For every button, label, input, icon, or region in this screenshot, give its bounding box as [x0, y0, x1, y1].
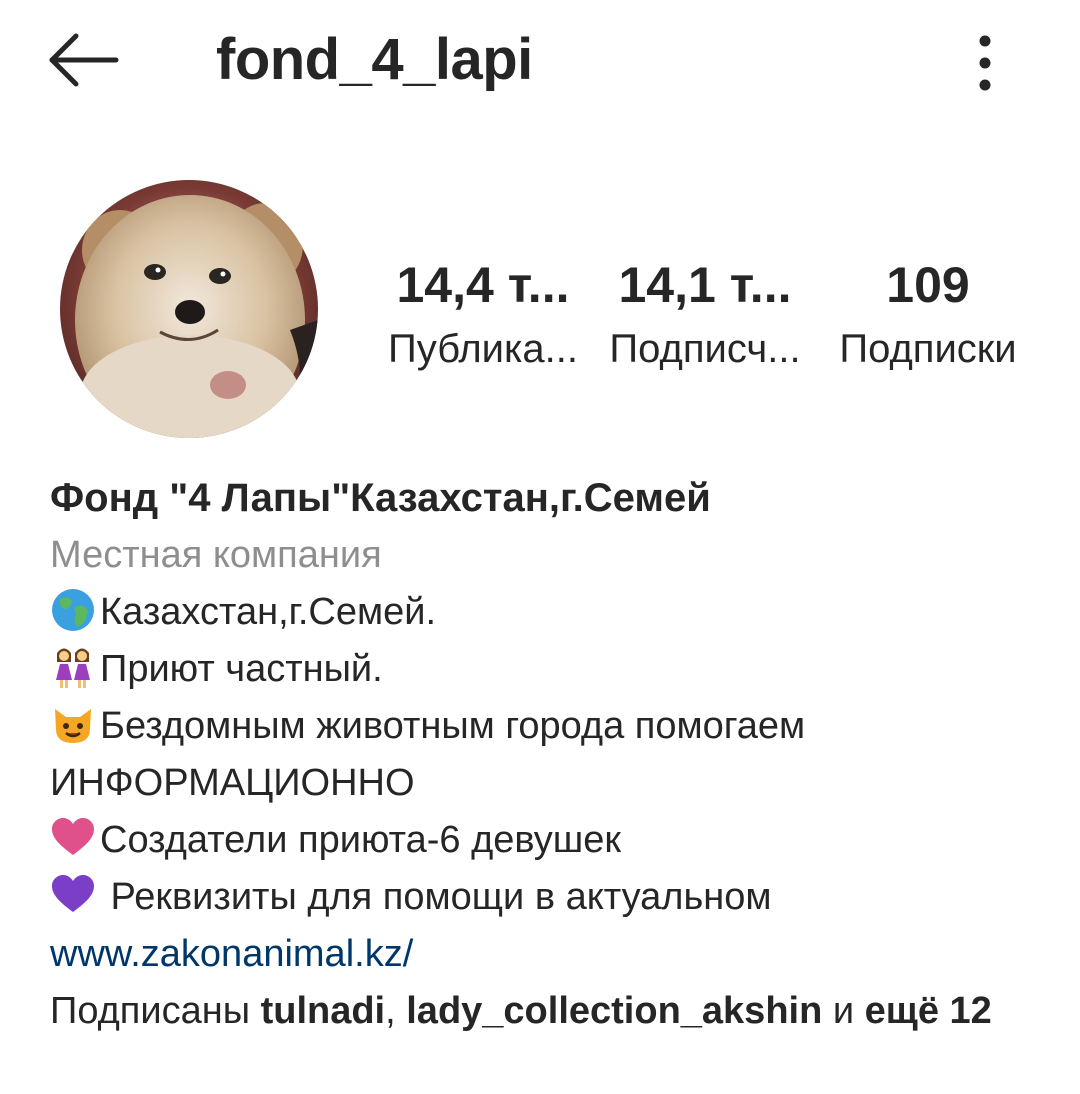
following-count-stat[interactable]: 109 Подписки	[828, 255, 1028, 379]
bio-line-text: Создатели приюта-6 девушек	[100, 819, 621, 861]
bio-line: Реквизиты для помощи в актуальном	[50, 869, 1050, 926]
bio-line: Создатели приюта-6 девушек	[50, 812, 1050, 869]
purple-heart-icon	[52, 875, 94, 912]
follower-username-2[interactable]: lady_collection_akshin	[406, 990, 822, 1032]
more-options-button[interactable]	[960, 30, 1010, 96]
arrow-left-icon	[49, 33, 119, 87]
posts-label: Публика...	[388, 327, 578, 371]
followed-by-prefix: Подписаны	[50, 990, 261, 1032]
two-women-icon	[56, 648, 90, 688]
profile-username-title: fond_4_lapi	[216, 27, 533, 92]
followers-count: 14,1 т...	[618, 257, 792, 313]
posts-count: 14,4 т...	[396, 257, 570, 313]
profile-display-name: Фонд "4 Лапы"Казахстан,г.Семей	[50, 476, 711, 520]
bio-line-text: Реквизиты для помощи в актуальном	[100, 876, 772, 918]
follower-username-1[interactable]: tulnadi	[261, 990, 386, 1032]
followed-by-more[interactable]: ещё 12	[865, 990, 992, 1032]
bio-line-text: Приют частный.	[100, 648, 383, 690]
followers-label: Подписч...	[609, 327, 801, 371]
globe-icon	[52, 589, 94, 631]
pink-heart-icon	[52, 818, 94, 855]
profile-website-link[interactable]: www.zakonanimal.kz/	[50, 926, 1050, 983]
dog-photo	[60, 180, 318, 438]
followers-count-stat[interactable]: 14,1 т... Подписч...	[605, 255, 805, 379]
profile-avatar[interactable]	[60, 180, 318, 438]
bio-line: Бездомным животным города помогаем	[50, 698, 1050, 755]
bio-line-text: Казахстан,г.Семей.	[100, 591, 437, 633]
followed-by-separator: ,	[385, 990, 407, 1032]
followed-by-and: и	[822, 990, 865, 1032]
following-label: Подписки	[839, 327, 1017, 371]
bio-line: Приют частный.	[50, 641, 1050, 698]
posts-count-stat[interactable]: 14,4 т... Публика...	[385, 255, 581, 379]
profile-bio: Фонд "4 Лапы"Казахстан,г.Семей Местная к…	[50, 470, 1050, 1040]
profile-category[interactable]: Местная компания	[50, 527, 1050, 584]
more-vertical-icon	[979, 35, 991, 91]
followed-by-text[interactable]: Подписаны tulnadi, lady_collection_akshi…	[50, 983, 1050, 1040]
back-button[interactable]	[44, 30, 124, 90]
bio-line-text: ИНФОРМАЦИОННО	[50, 762, 415, 804]
profile-header: fond_4_lapi	[0, 0, 1080, 125]
following-count: 109	[886, 257, 970, 313]
profile-screen: fond_4_lapi 14,4 т... Публика... 14,1 т.…	[0, 0, 1080, 1094]
bio-line-text: Бездомным животным города помогаем	[100, 705, 806, 747]
bio-line: Казахстан,г.Семей.	[50, 584, 1050, 641]
cat-face-icon	[55, 709, 91, 743]
